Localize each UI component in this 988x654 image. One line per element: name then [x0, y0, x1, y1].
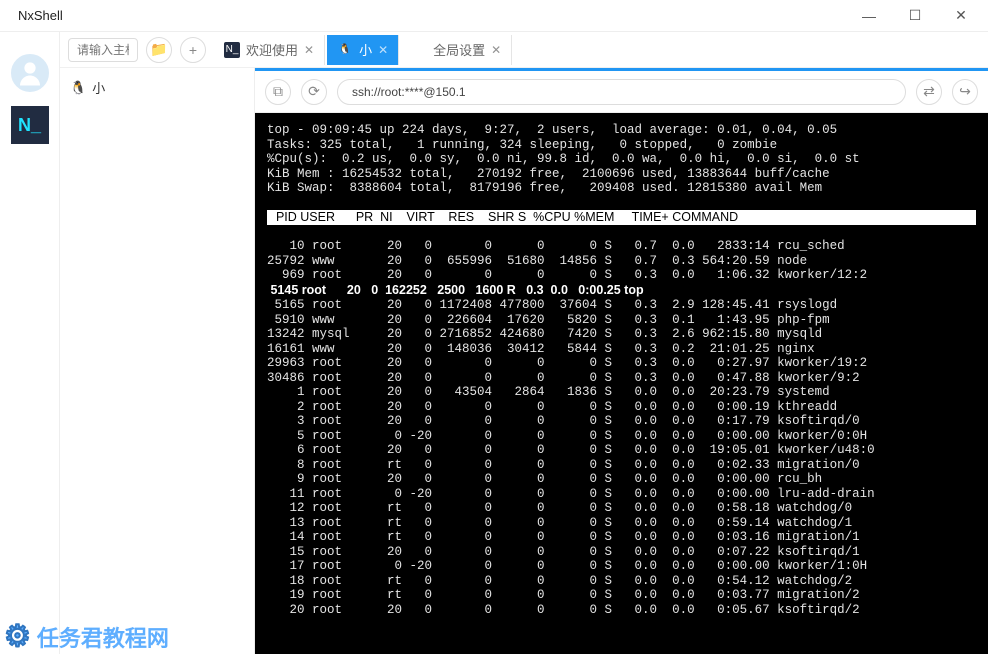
close-icon[interactable]: ✕: [378, 43, 388, 57]
folder-button[interactable]: 📁: [146, 37, 172, 63]
workspace: 📁 + N_ 欢迎使用 ✕ 🐧 小 ✕ ⚙ 全局设置 ✕: [60, 32, 988, 654]
close-icon[interactable]: ✕: [491, 43, 501, 57]
plus-icon: +: [189, 42, 197, 58]
session-tree: 🐧 小: [60, 68, 255, 654]
app-title: NxShell: [4, 8, 63, 23]
content: 🐧 小 ⧉ ⟳ ⇄ ↪ top - 09:09:45 up 224 days, …: [60, 68, 988, 654]
person-icon: [15, 58, 45, 88]
add-button[interactable]: +: [180, 37, 206, 63]
tab-session[interactable]: 🐧 小 ✕: [327, 35, 399, 65]
tab-label: 小: [359, 40, 372, 59]
reload-button[interactable]: ⟳: [301, 79, 327, 105]
terminal-output[interactable]: top - 09:09:45 up 224 days, 9:27, 2 user…: [255, 113, 988, 654]
tabbar: N_ 欢迎使用 ✕ 🐧 小 ✕ ⚙ 全局设置 ✕: [214, 35, 512, 65]
tab-label: 全局设置: [433, 40, 485, 59]
refresh-icon: ⟳: [308, 83, 320, 100]
forward-button[interactable]: ↪: [952, 79, 978, 105]
tab-label: 欢迎使用: [246, 40, 298, 59]
swap-icon: ⇄: [923, 83, 935, 100]
watermark: ⚙ 任务君教程网: [4, 619, 169, 654]
app-logo-icon[interactable]: N_: [11, 106, 49, 144]
left-sidebar: N_: [0, 32, 60, 654]
copy-icon: ⧉: [273, 83, 283, 100]
window-controls: — ☐ ✕: [846, 0, 984, 32]
ssh-url-input[interactable]: [337, 79, 906, 105]
addressbar: ⧉ ⟳ ⇄ ↪: [255, 71, 988, 113]
watermark-text: 任务君教程网: [37, 621, 169, 653]
host-input[interactable]: [68, 38, 138, 62]
tab-settings[interactable]: ⚙ 全局设置 ✕: [401, 35, 512, 65]
tree-item[interactable]: 🐧 小: [70, 74, 244, 101]
tab-welcome[interactable]: N_ 欢迎使用 ✕: [214, 35, 325, 65]
close-icon[interactable]: ✕: [304, 43, 314, 57]
maximize-button[interactable]: ☐: [892, 0, 938, 32]
close-window-button[interactable]: ✕: [938, 0, 984, 32]
watermark-gear-icon: ⚙: [4, 619, 31, 654]
gear-icon: ⚙: [411, 42, 427, 58]
terminal-panel: ⧉ ⟳ ⇄ ↪ top - 09:09:45 up 224 days, 9:27…: [255, 68, 988, 654]
host-row: 📁 + N_ 欢迎使用 ✕ 🐧 小 ✕ ⚙ 全局设置 ✕: [60, 32, 988, 68]
user-avatar[interactable]: [11, 54, 49, 92]
arrow-right-icon: ↪: [959, 83, 971, 100]
tux-icon: 🐧: [70, 80, 86, 96]
tree-item-label: 小: [92, 78, 105, 97]
main: N_ 📁 + N_ 欢迎使用 ✕ 🐧 小 ✕ ⚙ 全局设置: [0, 32, 988, 654]
tux-icon: 🐧: [337, 42, 353, 58]
duplicate-tab-button[interactable]: ⧉: [265, 79, 291, 105]
transfer-button[interactable]: ⇄: [916, 79, 942, 105]
app-mini-icon: N_: [224, 42, 240, 58]
folder-icon: 📁: [150, 41, 167, 58]
titlebar: NxShell — ☐ ✕: [0, 0, 988, 32]
minimize-button[interactable]: —: [846, 0, 892, 32]
